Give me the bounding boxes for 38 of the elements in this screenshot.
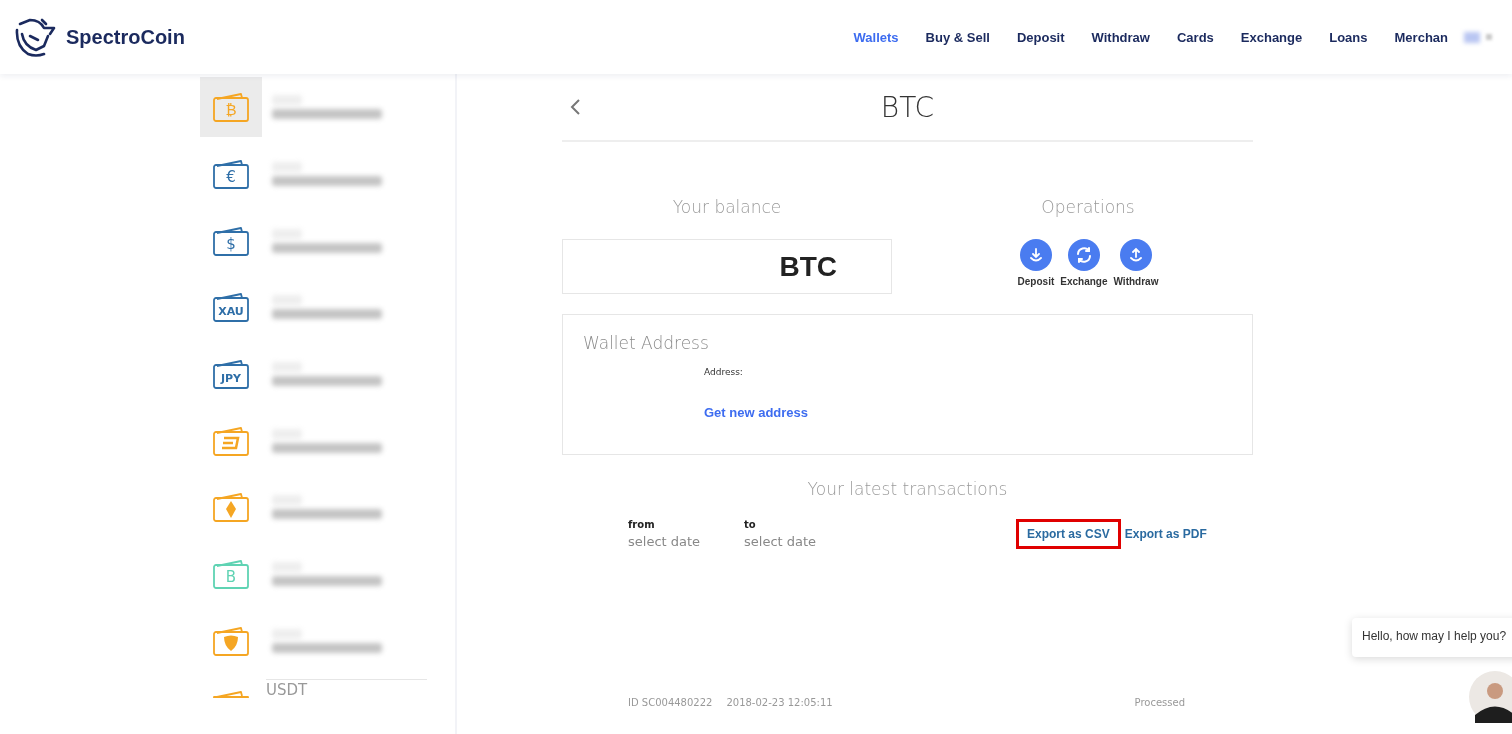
section-heading: Your balance — [672, 197, 782, 217]
nav-link[interactable]: Loans — [1329, 29, 1368, 45]
page-title: BTC — [880, 90, 935, 124]
nav-link[interactable]: Withdraw — [1091, 29, 1150, 45]
filter-label: to — [744, 519, 757, 530]
chat-bubble: Hello, how may I help you? — [1352, 618, 1512, 657]
address-label: Address: — [704, 367, 744, 377]
transaction-id: ID SC004480222 — [628, 697, 713, 708]
refresh-icon — [1074, 246, 1093, 264]
upload-icon — [1127, 247, 1144, 263]
nav-link[interactable]: Deposit — [1016, 29, 1065, 45]
operation-button[interactable]: Exchange — [1060, 239, 1108, 287]
nav-link[interactable]: Cards — [1176, 29, 1214, 45]
wallet-item[interactable]: $ — [200, 207, 455, 275]
wallet-item[interactable]: XAU — [200, 274, 455, 341]
section-heading: Your latest transactions — [806, 479, 1009, 499]
wallet-name: USDT — [266, 679, 428, 699]
wallet-item[interactable]: JPY — [200, 340, 455, 408]
back-chevron-icon[interactable] — [569, 98, 581, 116]
operation-button[interactable]: Withdraw — [1113, 239, 1159, 287]
nav-link[interactable]: Merchan — [1394, 29, 1448, 45]
wallet-item[interactable]: € — [200, 140, 455, 208]
nav-link[interactable]: Exchange — [1240, 29, 1303, 45]
nav-link[interactable]: Buy & Sell — [925, 29, 990, 45]
export-link[interactable]: Export as PDF — [1120, 519, 1218, 549]
brand-name[interactable]: SpectroCoin — [66, 25, 185, 49]
transaction-date: 2018-02-23 12:05:11 — [726, 697, 833, 708]
transaction-status: Processed — [1134, 697, 1185, 708]
download-icon — [1027, 247, 1044, 263]
get-new-address-link[interactable]: Get new address — [704, 405, 809, 420]
filter-label: from — [628, 519, 656, 530]
wallet-icon: ₿ — [200, 77, 262, 138]
nav-link[interactable]: Wallets — [853, 29, 899, 45]
export-link[interactable]: Export as CSV — [1016, 519, 1121, 549]
section-heading: Operations — [1041, 197, 1135, 217]
card-heading: Wallet Address — [583, 333, 710, 353]
agent-avatar-icon[interactable] — [1468, 670, 1512, 724]
balance-box: BTC — [562, 239, 892, 294]
